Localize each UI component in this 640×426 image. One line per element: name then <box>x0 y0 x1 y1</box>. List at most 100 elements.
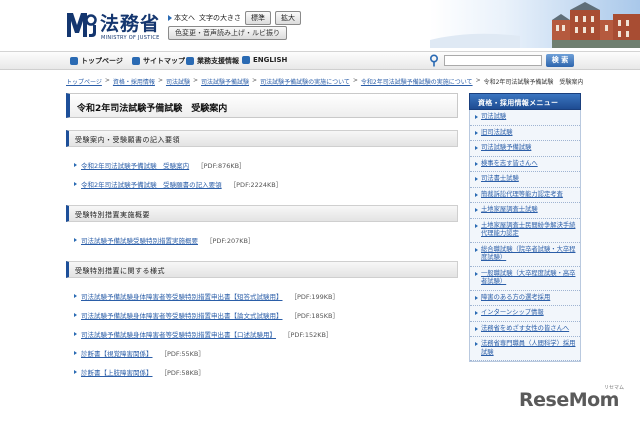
pdf-link[interactable]: 診断書【上肢障害関係】 <box>81 367 153 377</box>
pdf-link[interactable]: 司法試験予備試験身体障害者等受験特別措置申出書【短答式試験用】 <box>81 291 283 301</box>
arrow-right-icon <box>74 331 77 336</box>
main-content: 令和2年司法試験予備試験 受験案内 受験案内・受験願書の記入要領 令和2年司法試… <box>66 93 458 381</box>
arrow-right-icon <box>74 162 77 167</box>
nav-item-sitemap[interactable]: サイトマップ <box>132 56 185 66</box>
sidebar-item[interactable]: 土地家屋調査士試験 <box>470 203 580 219</box>
site-subtitle: MINISTRY OF JUSTICE <box>101 35 160 41</box>
sidebar-item-label[interactable]: 総合職試験（院卒者試験・大卒程度試験） <box>481 246 576 263</box>
breadcrumb-link[interactable]: 司法試験予備試験 <box>201 77 249 86</box>
nav-item-top[interactable]: トップページ <box>70 56 123 66</box>
sidebar-item[interactable]: インターンシップ情報 <box>470 306 580 322</box>
sidebar-item[interactable]: 司法書士試験 <box>470 172 580 188</box>
sidebar-item-label[interactable]: インターンシップ情報 <box>481 309 544 318</box>
utility-links: 本文へ 文字の大きさ 標準 拡大 <box>168 11 301 25</box>
page-title: 令和2年司法試験予備試験 受験案内 <box>66 93 458 118</box>
sidebar-item[interactable]: 検事を志す皆さんへ <box>470 156 580 172</box>
sidebar-item-label[interactable]: 法務省をめざす女性の皆さんへ <box>481 325 569 334</box>
pdf-link[interactable]: 診断書【視覚障害関係】 <box>81 348 153 358</box>
pdf-link[interactable]: 令和2年司法試験予備試験 受験願書の記入要領 <box>81 179 222 189</box>
sidebar-item[interactable]: 司法試験予備試験 <box>470 141 580 157</box>
file-size: ［PDF:876KB］ <box>197 161 246 170</box>
arrow-right-icon <box>475 130 478 135</box>
font-enlarge-button[interactable]: 拡大 <box>275 11 301 25</box>
breadcrumb-link[interactable]: 司法試験予備試験の実施について <box>260 77 350 86</box>
arrow-right-icon <box>74 293 77 298</box>
section-heading: 受験特別措置に関する様式 <box>66 261 458 278</box>
sidebar-item-label[interactable]: 一般職試験（大卒程度試験・高卒者試験） <box>481 270 576 287</box>
sidebar-item[interactable]: 簡裁訴訟代理等能力認定考査 <box>470 187 580 203</box>
section-heading: 受験特別措置実施概要 <box>66 205 458 222</box>
skip-to-body-link[interactable]: 本文へ <box>168 13 195 23</box>
arrow-right-icon <box>475 326 478 331</box>
sidebar-item[interactable]: 障害のある方の選考採用 <box>470 290 580 306</box>
sidebar-item-label[interactable]: 障害のある方の選考採用 <box>481 294 550 303</box>
sidebar-item[interactable]: 旧司法試験 <box>470 125 580 141</box>
file-size: ［PDF:199KB］ <box>290 292 339 301</box>
sidebar-list: 司法試験 旧司法試験 司法試験予備試験 検事を志す皆さんへ 司法書士試験 簡裁訴… <box>469 110 581 362</box>
sidebar-item-label[interactable]: 土地家屋調査士民間紛争解決手続代理能力認定 <box>481 222 576 239</box>
search-button[interactable]: 検 索 <box>546 54 574 67</box>
pdf-link[interactable]: 令和2年司法試験予備試験 受験案内 <box>81 160 189 170</box>
nav-item-english[interactable]: ENGLISH <box>242 56 287 64</box>
accessibility-row: 色変更・音声読み上げ・ルビ振り <box>168 26 287 40</box>
sidebar-item[interactable]: 法務省をめざす女性の皆さんへ <box>470 321 580 337</box>
breadcrumb-link[interactable]: 資格・採用情報 <box>113 77 155 86</box>
pdf-link[interactable]: 司法試験予備試験受験特別措置実施概要 <box>81 235 198 245</box>
nav-item-business[interactable]: 業務支援情報 <box>186 56 239 66</box>
sidebar-item[interactable]: 一般職試験（大卒程度試験・高卒者試験） <box>470 266 580 291</box>
arrow-right-icon <box>475 115 478 119</box>
moj-logo-icon[interactable] <box>66 11 97 38</box>
list-item: 司法試験予備試験受験特別措置実施概要 ［PDF:207KB］ <box>74 230 458 249</box>
breadcrumb-link[interactable]: 令和2年司法試験予備試験の実施について <box>361 77 473 86</box>
color-voice-ruby-button[interactable]: 色変更・音声読み上げ・ルビ振り <box>168 26 287 40</box>
search-input[interactable] <box>444 55 542 66</box>
list-item: 司法試験予備試験身体障害者等受験特別措置申出書【短答式試験用】 ［PDF:199… <box>74 286 458 305</box>
arrow-right-icon <box>475 208 478 212</box>
file-size: ［PDF:58KB］ <box>160 368 205 377</box>
globe-icon <box>242 56 250 64</box>
business-icon <box>186 57 194 65</box>
arrow-right-icon <box>475 247 478 252</box>
site-title[interactable]: 法務省 <box>100 9 160 36</box>
sidebar-item-label[interactable]: 司法書士試験 <box>481 175 519 184</box>
arrow-right-icon <box>475 342 478 346</box>
font-size-label: 文字の大きさ <box>199 14 241 22</box>
sidebar-item[interactable]: 司法試験 <box>470 110 580 126</box>
sidebar-item-label[interactable]: 簡裁訴訟代理等能力認定考査 <box>481 191 563 200</box>
ministry-building-photo <box>430 0 640 48</box>
sidebar-item-label[interactable]: 検事を志す皆さんへ <box>481 160 538 169</box>
pdf-link[interactable]: 司法試験予備試験身体障害者等受験特別措置申出書【口述試験用】 <box>81 329 276 339</box>
file-size: ［PDF:152KB］ <box>284 330 333 339</box>
sitemap-icon <box>132 57 140 65</box>
file-size: ［PDF:207KB］ <box>206 236 255 245</box>
sidebar-item-label[interactable]: 司法試験予備試験 <box>481 144 531 153</box>
arrow-right-icon <box>74 312 77 317</box>
list-item: 令和2年司法試験予備試験 受験案内 ［PDF:876KB］ <box>74 155 458 174</box>
skip-to-body-label: 本文へ <box>174 14 195 22</box>
arrow-right-icon <box>475 161 478 166</box>
arrow-right-icon <box>168 15 172 21</box>
sidebar-item-label[interactable]: 法務省専門職員（人間科学）採用試験 <box>481 340 576 357</box>
breadcrumb-link[interactable]: トップページ <box>66 77 102 86</box>
home-icon <box>70 57 78 65</box>
pdf-link[interactable]: 司法試験予備試験身体障害者等受験特別措置申出書【論文式試験用】 <box>81 310 283 320</box>
sidebar-item[interactable]: 法務省専門職員（人間科学）採用試験 <box>470 337 580 361</box>
breadcrumb: トップページ > 資格・採用情報 > 司法試験 > 司法試験予備試験 > 司法試験予備試… <box>66 77 584 86</box>
sidebar-item[interactable]: 総合職試験（院卒者試験・大卒程度試験） <box>470 242 580 267</box>
sidebar-item-label[interactable]: 土地家屋調査士試験 <box>481 206 538 215</box>
section-heading: 受験案内・受験願書の記入要領 <box>66 130 458 147</box>
breadcrumb-link[interactable]: 司法試験 <box>166 77 190 86</box>
sidebar-item[interactable]: 土地家屋調査士民間紛争解決手続代理能力認定 <box>470 218 580 243</box>
arrow-right-icon <box>74 237 77 242</box>
list-item: 司法試験予備試験身体障害者等受験特別措置申出書【論文式試験用】 ［PDF:185… <box>74 305 458 324</box>
arrow-right-icon <box>475 295 478 300</box>
sidebar-menu: 資格・採用情報メニュー 司法試験 旧司法試験 司法試験予備試験 検事を志す皆さん… <box>469 93 581 362</box>
sidebar-item-label[interactable]: 旧司法試験 <box>481 129 512 138</box>
resemom-watermark: ReseMom <box>519 389 619 411</box>
sidebar-heading: 資格・採用情報メニュー <box>469 93 581 110</box>
file-size: ［PDF:55KB］ <box>160 349 205 358</box>
arrow-right-icon <box>74 369 77 374</box>
font-standard-button[interactable]: 標準 <box>245 11 271 25</box>
sidebar-item-label[interactable]: 司法試験 <box>481 113 506 122</box>
breadcrumb-current: 令和2年司法試験予備試験 受験案内 <box>483 79 584 86</box>
